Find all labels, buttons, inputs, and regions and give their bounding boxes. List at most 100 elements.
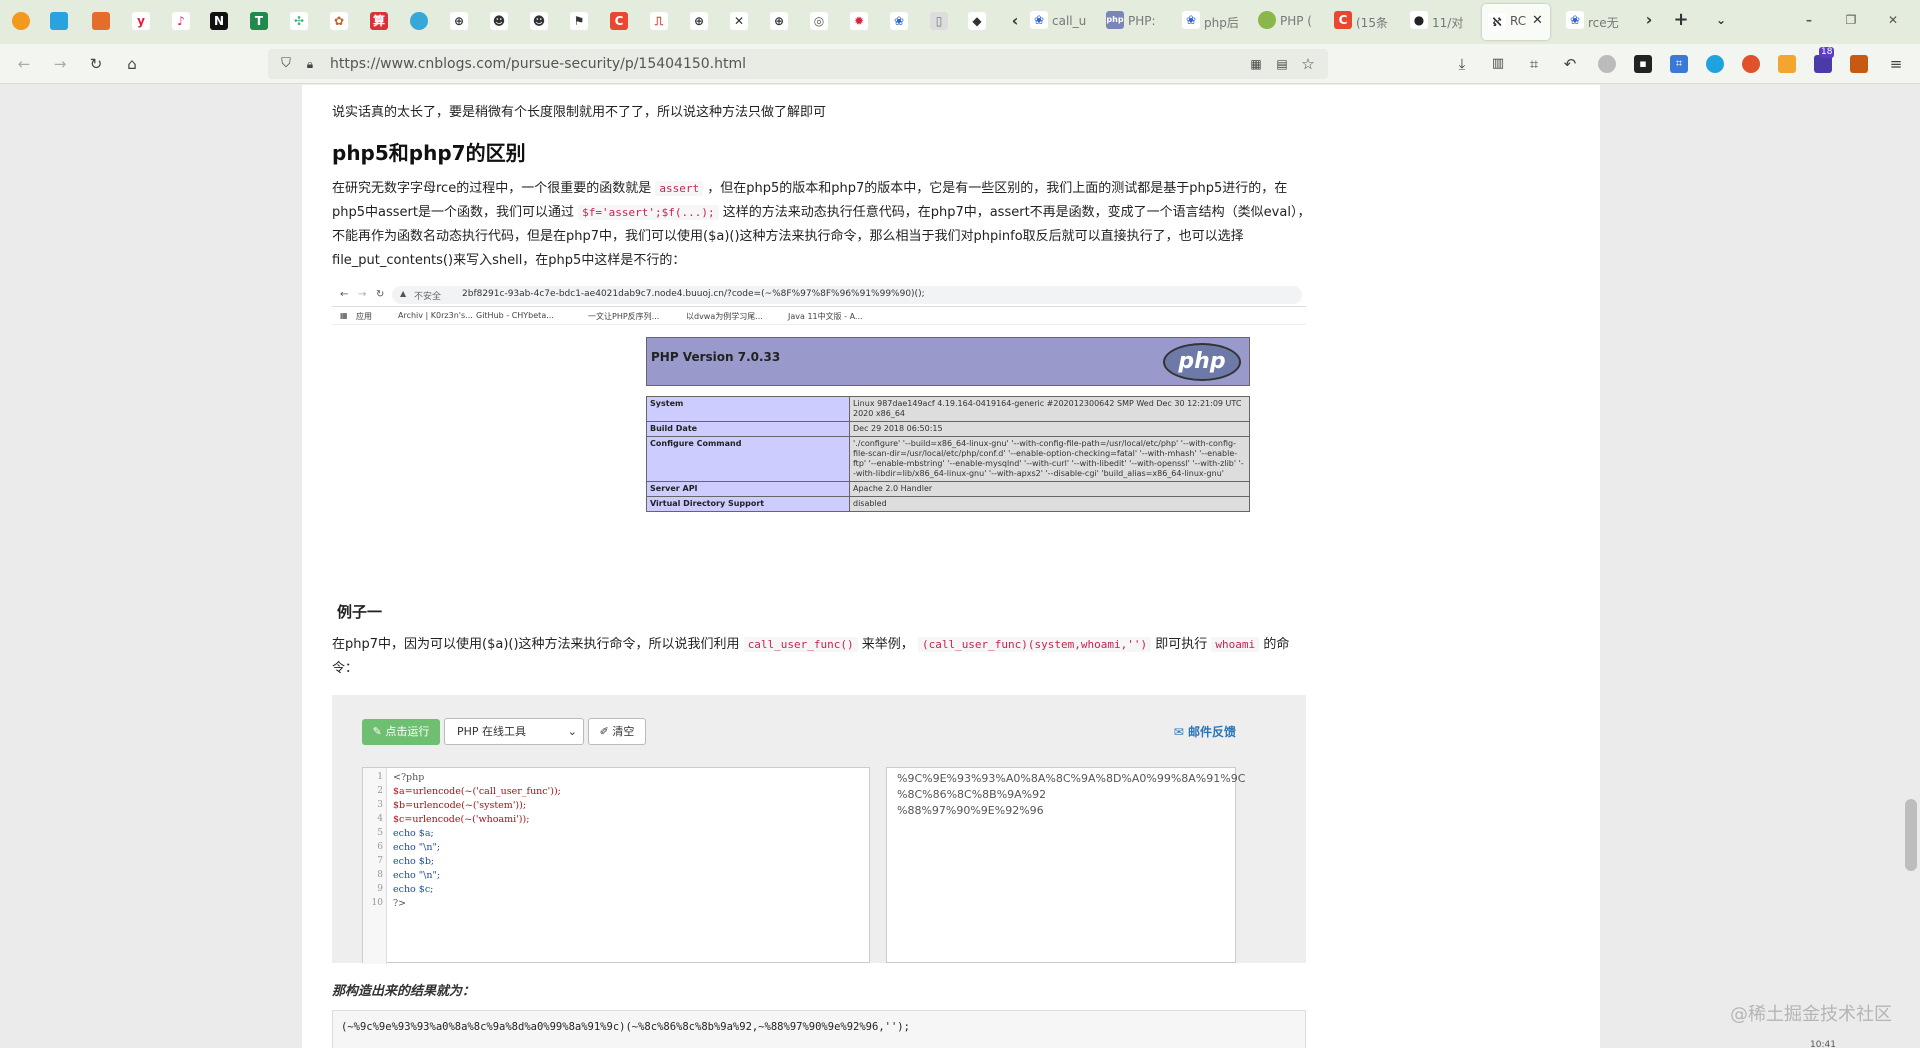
pinned-tab-icon[interactable]: ♪ xyxy=(172,12,190,30)
code-line: echo $b; xyxy=(393,856,435,867)
code-editor[interactable]: 1 2 3 4 5 6 7 8 9 10 <?php $a=urlencode(… xyxy=(362,767,870,964)
code-line: $b=urlencode(~('system')); xyxy=(393,800,527,811)
flag-icon[interactable]: ⚑ xyxy=(570,12,588,30)
extension-icon[interactable]: ▪ xyxy=(1634,55,1652,73)
pinned-tab-icon[interactable]: ✹ xyxy=(850,12,868,30)
tab-label[interactable]: PHP: xyxy=(1128,14,1162,28)
inline-code: $f='assert';$f(...); xyxy=(578,205,719,220)
embedded-url: 2bf8291c-93ab-4c7e-bdc1-ae4021dab9c7.nod… xyxy=(462,289,925,299)
back-icon[interactable]: ← xyxy=(14,54,34,74)
code-line: echo $c; xyxy=(393,884,434,895)
reader-mode-icon[interactable]: ▤ xyxy=(1272,54,1292,74)
paw-icon: ❀ xyxy=(1566,11,1584,29)
pinned-tab-icon[interactable]: ☻ xyxy=(490,12,508,30)
mail-feedback-link[interactable]: ✉ 邮件反馈 xyxy=(1174,723,1236,740)
undo-icon[interactable]: ↶ xyxy=(1560,54,1580,74)
pinned-tab-icon[interactable]: ✣ xyxy=(290,12,308,30)
close-tab-icon[interactable]: ✕ xyxy=(1532,13,1543,28)
tab-label[interactable]: (15条 xyxy=(1356,14,1390,31)
extension-icon[interactable] xyxy=(1850,55,1868,73)
tab-bar: y ♪ N T ✣ ✿ 算 ⊕ ☻ ☻ ⚑ C ⎍ ⊕ ✕ ⊕ ◎ ✹ ❀ ▯ … xyxy=(0,0,1920,44)
inline-code: call_user_func() xyxy=(743,637,858,652)
pinned-tab-icon[interactable] xyxy=(12,12,30,30)
intro-text: 说实话真的太长了，要是稍微有个长度限制就用不了了，所以说这种方法只做了解即可 xyxy=(332,105,827,120)
pinned-tab-icon[interactable] xyxy=(92,12,110,30)
lock-icon[interactable]: 🔒︎ xyxy=(300,54,320,74)
forward-icon[interactable]: → xyxy=(50,54,70,74)
pinned-tab-icon[interactable]: 算 xyxy=(370,12,388,30)
url-text: https://www.cnblogs.com/pursue-security/… xyxy=(330,56,747,72)
crop-icon[interactable]: ⌗ xyxy=(1524,54,1544,74)
section-heading: php5和php7的区别 xyxy=(332,141,526,165)
ethereum-icon[interactable]: ◆ xyxy=(968,12,986,30)
embedded-nav-bar: ← → ↻ ▲ 不安全 2bf8291c-93ab-4c7e-bdc1-ae40… xyxy=(332,283,1306,307)
tab-label[interactable]: PHP ( xyxy=(1280,14,1314,28)
clear-button[interactable]: ✐ 清空 xyxy=(588,718,646,745)
code-line: echo "\n"; xyxy=(393,870,441,881)
scrollbar-thumb[interactable] xyxy=(1905,799,1917,871)
tab-label[interactable]: call_u xyxy=(1052,14,1086,28)
x-icon[interactable]: ✕ xyxy=(730,12,748,30)
paw-icon[interactable]: ❀ xyxy=(890,12,908,30)
extension-icon[interactable] xyxy=(1742,55,1760,73)
pinned-tab-icon[interactable] xyxy=(410,12,428,30)
php-version: PHP Version 7.0.33 xyxy=(651,350,781,364)
scrollbar[interactable] xyxy=(1902,85,1920,1048)
extension-icon[interactable] xyxy=(1598,55,1616,73)
reload-icon[interactable]: ↻ xyxy=(86,54,106,74)
pinned-tab-icon[interactable]: ⎍ xyxy=(650,12,668,30)
sidebar-icon[interactable]: ▥ xyxy=(1488,54,1508,74)
home-icon[interactable]: ⌂ xyxy=(122,54,142,74)
code-line: $c=urlencode(~('whoami')); xyxy=(393,814,530,825)
pinned-tab-icon[interactable]: T xyxy=(250,12,268,30)
tab-active[interactable]: ℵ RC ✕ xyxy=(1482,4,1550,40)
table-row: Server API Apache 2.0 Handler xyxy=(646,481,1250,497)
extension-icon[interactable]: 18 xyxy=(1814,47,1835,73)
maximize-icon[interactable]: ❐ xyxy=(1842,11,1860,29)
close-window-icon[interactable]: ✕ xyxy=(1884,11,1902,29)
new-tab-icon[interactable]: + xyxy=(1672,11,1690,29)
shield-icon[interactable]: ⛉ xyxy=(276,54,296,74)
phpinfo-box: PHP Version 7.0.33 php System Linux 987da… xyxy=(646,337,1250,512)
output-panel[interactable]: %9C%9E%93%93%A0%8A%8C%9A%8D%A0%99%8A%91%… xyxy=(886,767,1245,963)
line-gutter: 1 2 3 4 5 6 7 8 9 10 xyxy=(363,768,387,964)
menu-icon[interactable]: ≡ xyxy=(1886,54,1906,74)
back-icon: ← xyxy=(340,289,349,300)
pinned-tab-icon[interactable]: ☻ xyxy=(530,12,548,30)
globe-icon[interactable]: ⊕ xyxy=(770,12,788,30)
pinned-tab-icon[interactable]: y xyxy=(132,12,150,30)
pinned-tab-icon[interactable]: ▯ xyxy=(930,12,948,30)
pinned-tab-icon[interactable]: N xyxy=(210,12,228,30)
extension-icon[interactable] xyxy=(1706,55,1724,73)
tab-label[interactable]: rce无 xyxy=(1588,14,1622,31)
address-bar[interactable]: ⛉ 🔒︎ https://www.cnblogs.com/pursue-secu… xyxy=(268,49,1328,79)
run-button[interactable]: ✎ 点击运行 xyxy=(362,719,440,745)
nav-bar: ← → ↻ ⌂ ⛉ 🔒︎ https://www.cnblogs.com/pur… xyxy=(0,44,1920,84)
tool-select[interactable]: PHP 在线工具 ⌄ xyxy=(444,718,584,745)
qr-code-icon[interactable]: ▦ xyxy=(1246,54,1266,74)
tab-label[interactable]: php后 xyxy=(1204,14,1238,31)
clock: 10:41 xyxy=(1810,1040,1836,1048)
pinned-tab-icon[interactable]: C xyxy=(610,12,628,30)
chevron-right-icon[interactable]: › xyxy=(1640,11,1658,29)
inline-code: assert xyxy=(655,181,704,196)
extension-icon[interactable] xyxy=(1778,55,1796,73)
pinned-tab-icon[interactable]: ◎ xyxy=(810,12,828,30)
apps-icon: ▦ xyxy=(340,311,348,320)
globe-icon[interactable]: ⊕ xyxy=(450,12,468,30)
tab-label[interactable]: 11/对 xyxy=(1432,14,1466,31)
pinned-tab-icon[interactable] xyxy=(50,12,68,30)
chevron-down-icon[interactable]: ⌄ xyxy=(1712,11,1730,29)
minimize-icon[interactable]: – xyxy=(1800,11,1818,29)
code-line: <?php xyxy=(393,772,425,783)
php-icon: php xyxy=(1106,11,1124,29)
pinned-tab-icon[interactable]: ✿ xyxy=(330,12,348,30)
bookmark-star-icon[interactable]: ☆ xyxy=(1298,54,1318,74)
paw-icon: ❀ xyxy=(1030,11,1048,29)
screenshot-icon[interactable]: ⌗ xyxy=(1670,55,1688,73)
download-icon[interactable]: ⤓ xyxy=(1452,54,1472,74)
example-heading: 例子一 xyxy=(337,603,383,621)
globe-icon[interactable]: ⊕ xyxy=(690,12,708,30)
chevron-left-icon[interactable]: ‹ xyxy=(1006,12,1024,30)
table-row: Build Date Dec 29 2018 06:50:15 xyxy=(646,421,1250,437)
